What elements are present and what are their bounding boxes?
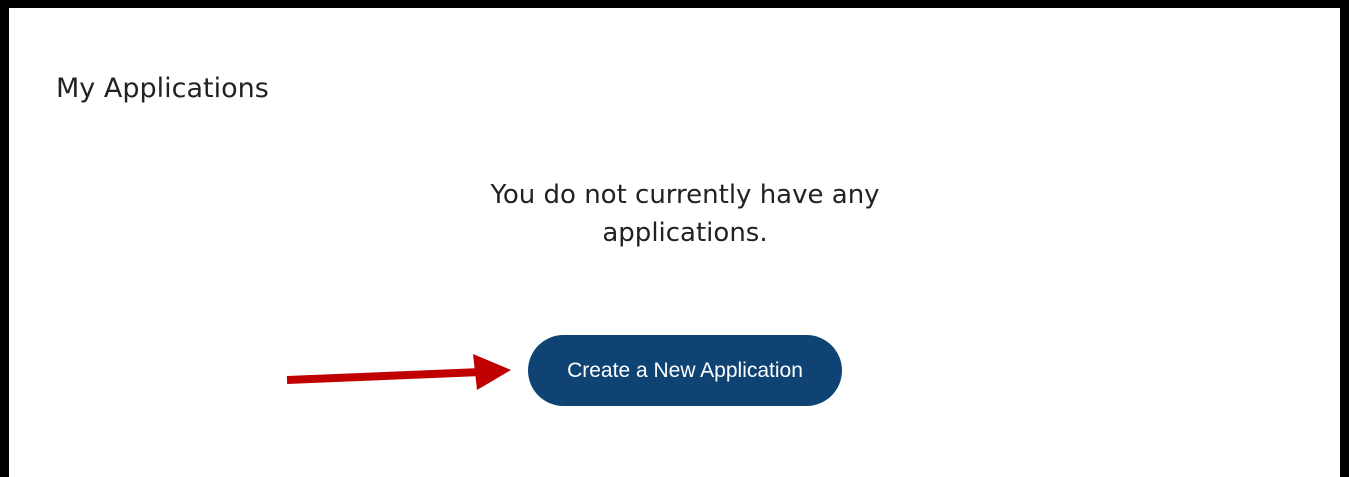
empty-state-message: You do not currently have any applicatio… xyxy=(490,180,880,248)
arrow-right-icon xyxy=(286,354,511,390)
applications-panel: My Applications You do not currently hav… xyxy=(0,0,1349,477)
page-title: My Applications xyxy=(56,73,269,104)
create-new-application-button[interactable]: Create a New Application xyxy=(528,335,842,406)
